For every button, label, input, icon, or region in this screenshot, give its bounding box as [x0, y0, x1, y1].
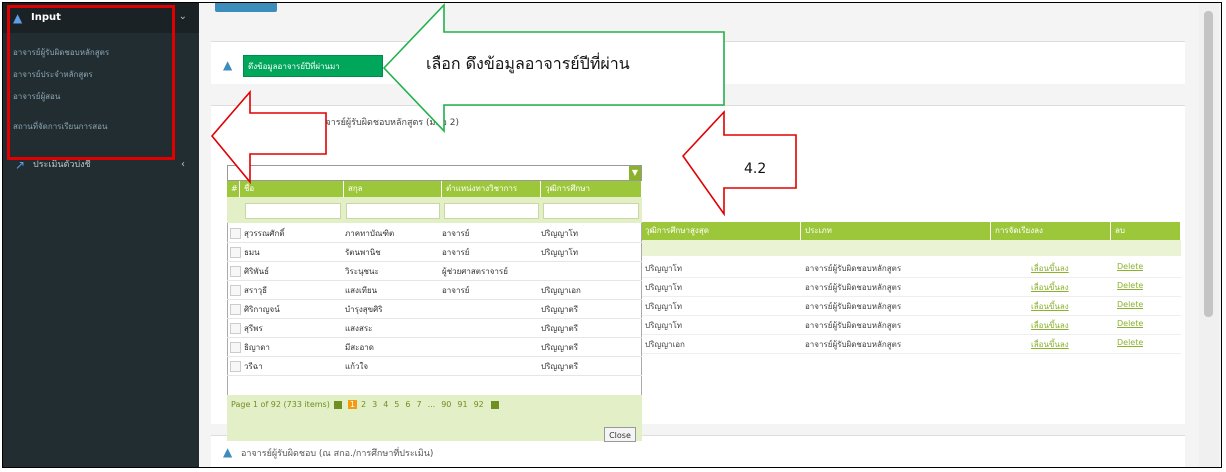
callout-step-label: 4.2 — [744, 161, 767, 177]
red-callout-arrow-left — [210, 89, 327, 185]
red-callout-arrow-right — [681, 109, 797, 217]
callout-instruction-text: เลือก ดึงข้อมูลอาจารย์ปีที่ผ่าน — [426, 54, 630, 73]
